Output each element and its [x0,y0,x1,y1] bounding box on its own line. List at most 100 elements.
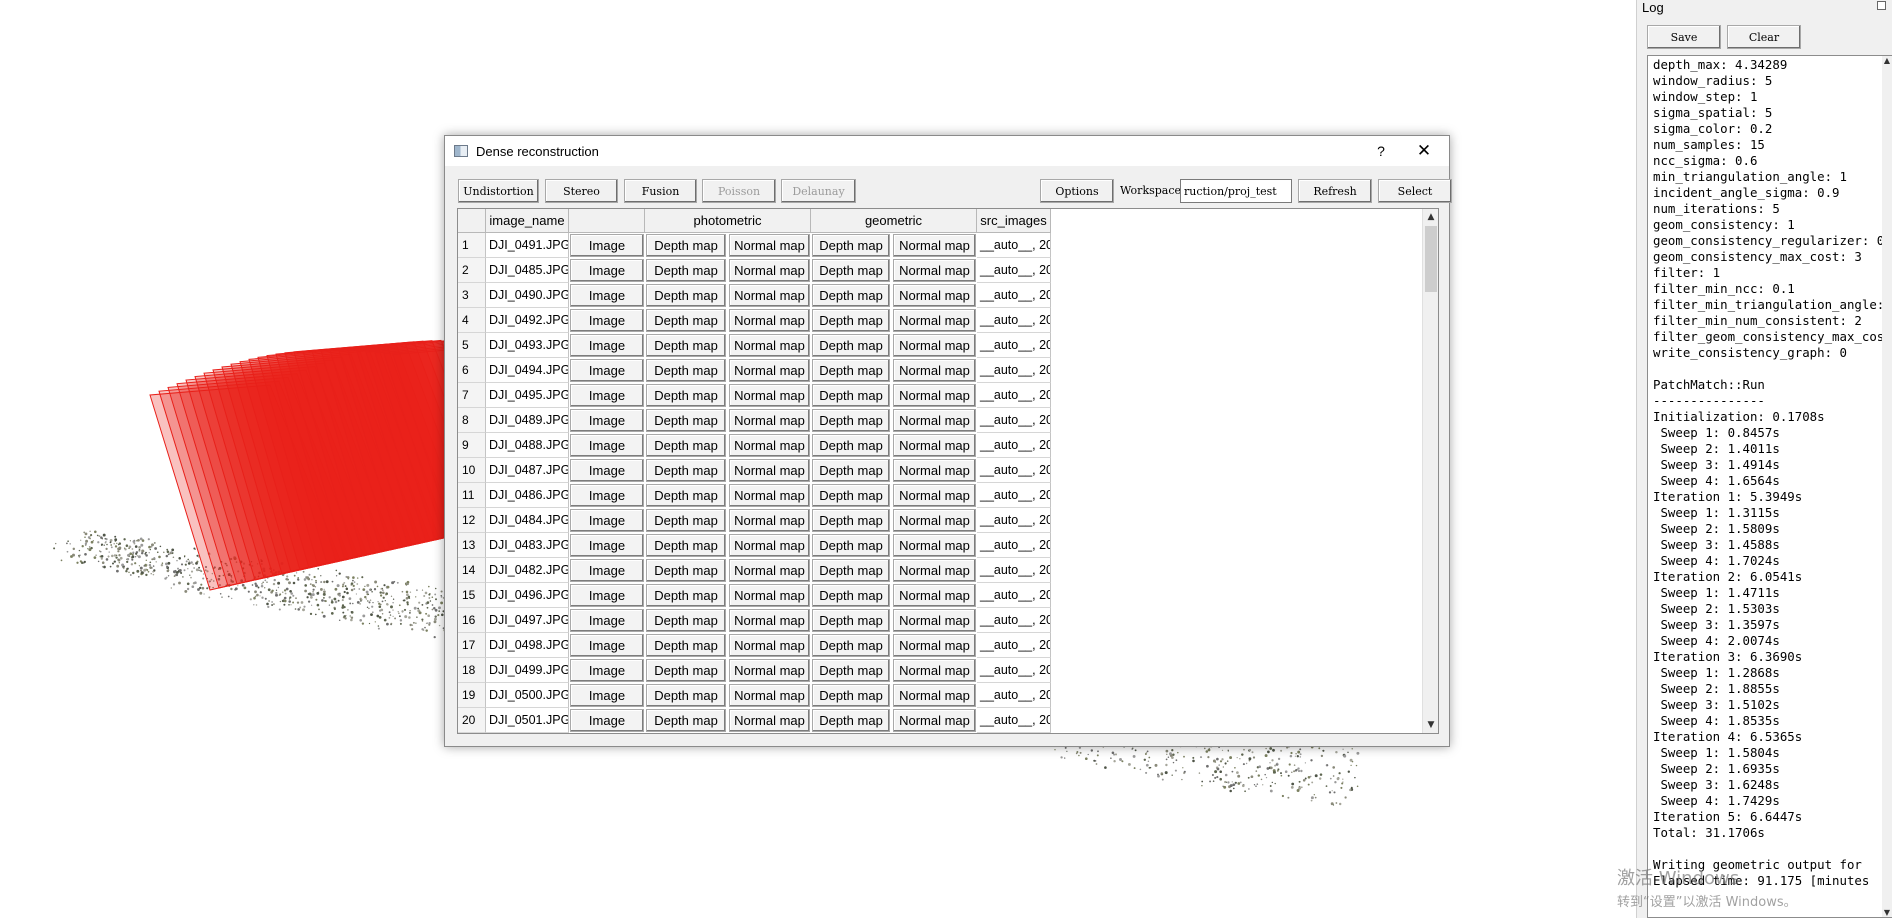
geometric-depth-map-button[interactable]: Depth map [812,609,890,632]
src-images-cell[interactable]: __auto__, 20 [977,233,1051,258]
image-name-cell[interactable]: DJI_0497.JPG [486,608,569,633]
geometric-depth-map-button[interactable]: Depth map [812,434,890,457]
image-name-cell[interactable]: DJI_0494.JPG [486,358,569,383]
row-number[interactable]: 16 [458,608,486,633]
image-button[interactable]: Image [570,359,644,382]
photometric-normal-map-button[interactable]: Normal map [729,709,810,732]
geometric-normal-map-button[interactable]: Normal map [893,409,976,432]
geometric-normal-map-button[interactable]: Normal map [893,634,976,657]
geometric-depth-map-button[interactable]: Depth map [812,684,890,707]
image-name-cell[interactable]: DJI_0496.JPG [486,583,569,608]
image-name-cell[interactable]: DJI_0486.JPG [486,483,569,508]
photometric-normal-map-button[interactable]: Normal map [729,234,810,257]
image-button[interactable]: Image [570,484,644,507]
image-name-cell[interactable]: DJI_0489.JPG [486,408,569,433]
row-number[interactable]: 14 [458,558,486,583]
header-image[interactable] [569,209,645,233]
geometric-normal-map-button[interactable]: Normal map [893,659,976,682]
src-images-cell[interactable]: __auto__, 20 [977,433,1051,458]
geometric-normal-map-button[interactable]: Normal map [893,284,976,307]
geometric-depth-map-button[interactable]: Depth map [812,409,890,432]
header-geometric[interactable]: geometric [811,209,977,233]
row-number[interactable]: 2 [458,258,486,283]
undock-icon[interactable] [1877,1,1886,10]
src-images-cell[interactable]: __auto__, 20 [977,383,1051,408]
photometric-normal-map-button[interactable]: Normal map [729,409,810,432]
image-button[interactable]: Image [570,509,644,532]
undistortion-button[interactable]: Undistortion [458,179,539,203]
stereo-button[interactable]: Stereo [545,179,618,203]
geometric-normal-map-button[interactable]: Normal map [893,559,976,582]
row-number[interactable]: 1 [458,233,486,258]
row-number[interactable]: 9 [458,433,486,458]
log-scroll-down-icon[interactable]: ▼ [1882,908,1892,917]
image-button[interactable]: Image [570,434,644,457]
row-number[interactable]: 11 [458,483,486,508]
row-number[interactable]: 10 [458,458,486,483]
geometric-normal-map-button[interactable]: Normal map [893,459,976,482]
image-name-cell[interactable]: DJI_0483.JPG [486,533,569,558]
geometric-normal-map-button[interactable]: Normal map [893,434,976,457]
select-button[interactable]: Select [1378,179,1452,203]
log-save-button[interactable]: Save [1647,25,1721,49]
fusion-button[interactable]: Fusion [624,179,697,203]
geometric-depth-map-button[interactable]: Depth map [812,484,890,507]
src-images-cell[interactable]: __auto__, 20 [977,583,1051,608]
image-button[interactable]: Image [570,609,644,632]
image-name-cell[interactable]: DJI_0495.JPG [486,383,569,408]
geometric-depth-map-button[interactable]: Depth map [812,359,890,382]
src-images-cell[interactable]: __auto__, 20 [977,408,1051,433]
src-images-cell[interactable]: __auto__, 20 [977,608,1051,633]
photometric-depth-map-button[interactable]: Depth map [646,434,726,457]
row-number[interactable]: 15 [458,583,486,608]
log-output[interactable]: depth_max: 4.34289 window_radius: 5 wind… [1647,55,1892,918]
src-images-cell[interactable]: __auto__, 20 [977,283,1051,308]
image-button[interactable]: Image [570,534,644,557]
src-images-cell[interactable]: __auto__, 20 [977,658,1051,683]
table-row[interactable]: 2 DJI_0485.JPG Image Depth map Normal map Dep… [458,258,1058,283]
geometric-normal-map-button[interactable]: Normal map [893,259,976,282]
src-images-cell[interactable]: __auto__, 20 [977,633,1051,658]
photometric-depth-map-button[interactable]: Depth map [646,659,726,682]
image-button[interactable]: Image [570,384,644,407]
geometric-normal-map-button[interactable]: Normal map [893,384,976,407]
photometric-depth-map-button[interactable]: Depth map [646,384,726,407]
photometric-normal-map-button[interactable]: Normal map [729,484,810,507]
header-image-name[interactable]: image_name [486,209,569,233]
photometric-normal-map-button[interactable]: Normal map [729,634,810,657]
log-vertical-scrollbar[interactable]: ▲ ▼ [1882,56,1892,917]
image-button[interactable]: Image [570,709,644,732]
photometric-depth-map-button[interactable]: Depth map [646,259,726,282]
geometric-normal-map-button[interactable]: Normal map [893,234,976,257]
table-row[interactable]: 1 DJI_0491.JPG Image Depth map Normal map Dep… [458,233,1058,258]
table-row[interactable]: 5 DJI_0493.JPG Image Depth map Normal map Dep… [458,333,1058,358]
photometric-normal-map-button[interactable]: Normal map [729,684,810,707]
table-row[interactable]: 19 DJI_0500.JPG Image Depth map Normal map De… [458,683,1058,708]
table-row[interactable]: 9 DJI_0488.JPG Image Depth map Normal map Dep… [458,433,1058,458]
photometric-normal-map-button[interactable]: Normal map [729,309,810,332]
src-images-cell[interactable]: __auto__, 20 [977,508,1051,533]
geometric-normal-map-button[interactable]: Normal map [893,609,976,632]
row-number[interactable]: 5 [458,333,486,358]
image-button[interactable]: Image [570,234,644,257]
photometric-depth-map-button[interactable]: Depth map [646,584,726,607]
geometric-depth-map-button[interactable]: Depth map [812,534,890,557]
geometric-depth-map-button[interactable]: Depth map [812,384,890,407]
image-name-cell[interactable]: DJI_0491.JPG [486,233,569,258]
row-number[interactable]: 4 [458,308,486,333]
photometric-depth-map-button[interactable]: Depth map [646,484,726,507]
geometric-normal-map-button[interactable]: Normal map [893,359,976,382]
table-row[interactable]: 10 DJI_0487.JPG Image Depth map Normal map De… [458,458,1058,483]
table-row[interactable]: 14 DJI_0482.JPG Image Depth map Normal map De… [458,558,1058,583]
options-button[interactable]: Options [1040,179,1114,203]
header-photometric[interactable]: photometric [645,209,811,233]
image-name-cell[interactable]: DJI_0500.JPG [486,683,569,708]
geometric-depth-map-button[interactable]: Depth map [812,509,890,532]
src-images-cell[interactable]: __auto__, 20 [977,533,1051,558]
scroll-down-arrow-icon[interactable]: ▼ [1423,717,1438,733]
geometric-normal-map-button[interactable]: Normal map [893,334,976,357]
workspace-path-input[interactable] [1180,179,1292,203]
photometric-depth-map-button[interactable]: Depth map [646,234,726,257]
photometric-depth-map-button[interactable]: Depth map [646,409,726,432]
geometric-depth-map-button[interactable]: Depth map [812,634,890,657]
